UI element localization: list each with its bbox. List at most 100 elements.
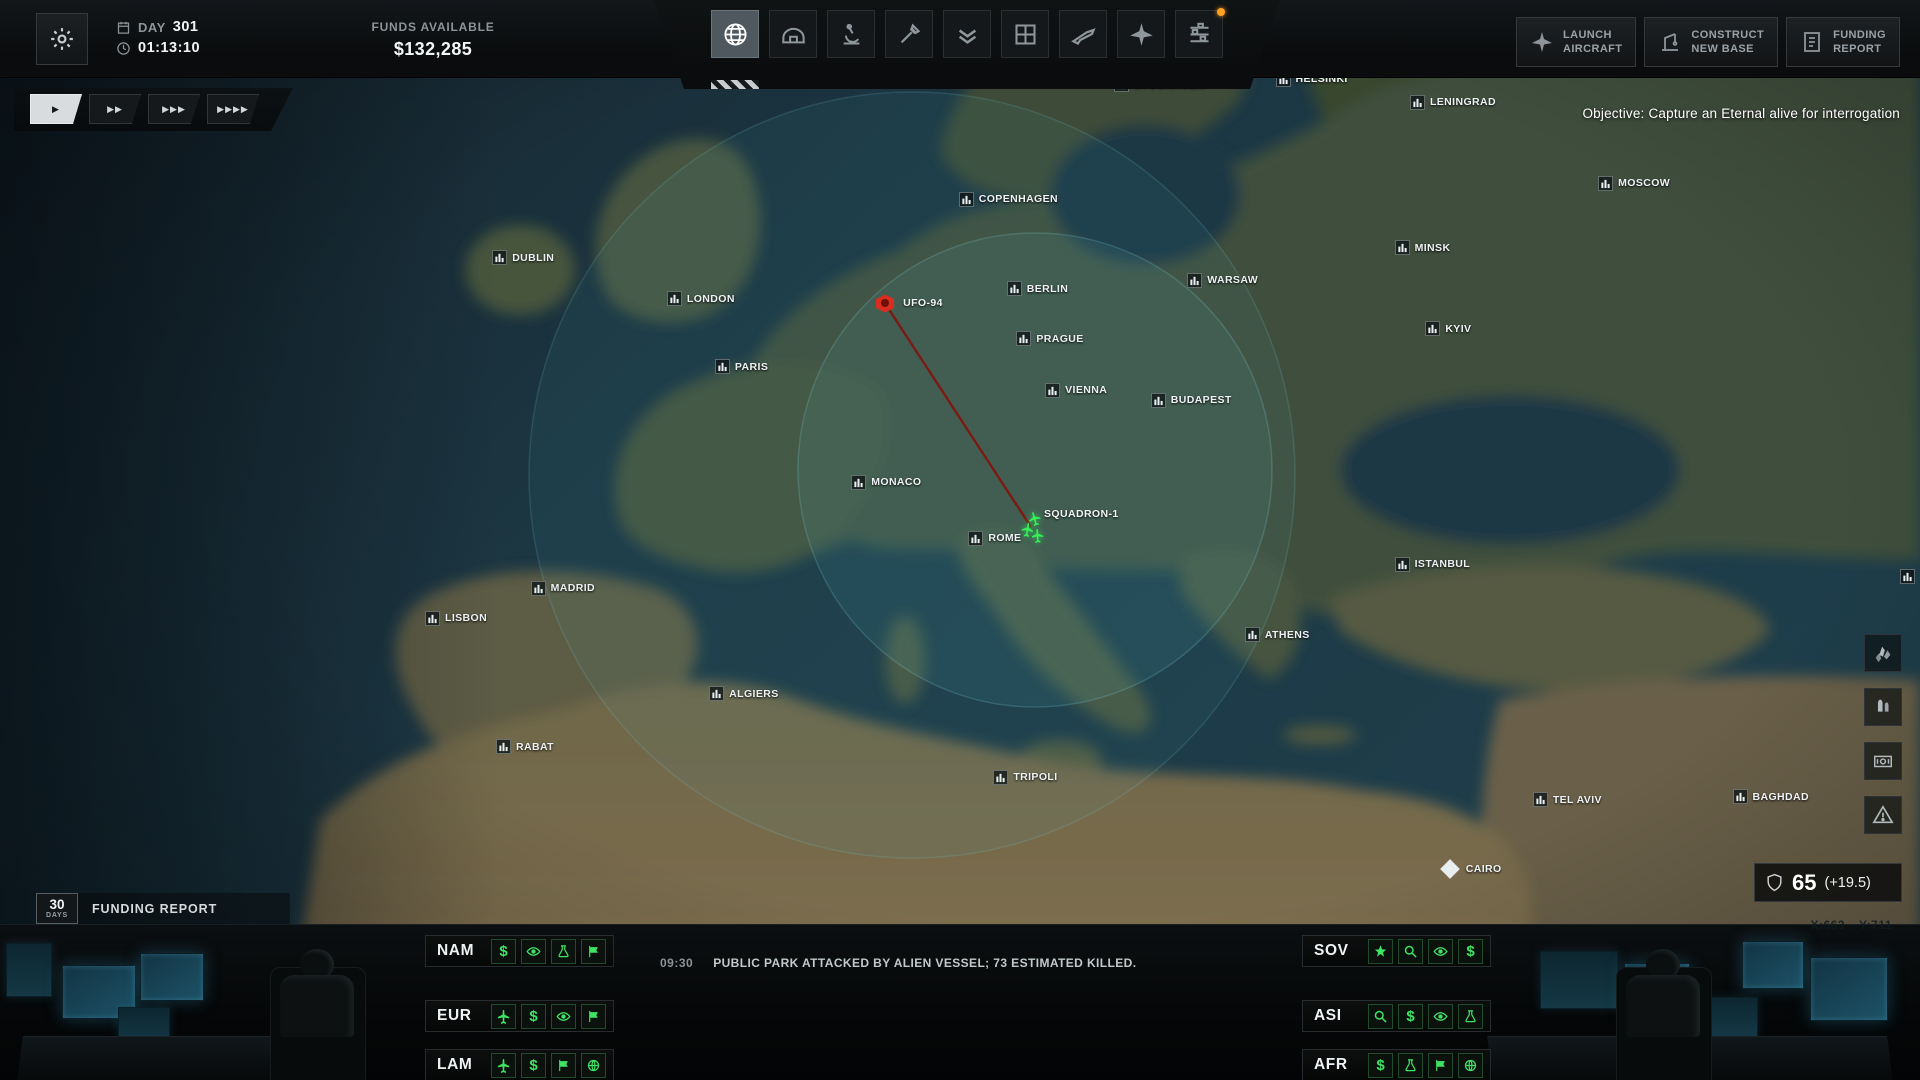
region-eur-panel[interactable]: EUR$ <box>425 1000 614 1032</box>
ticker-time: 09:30 <box>660 956 693 970</box>
city-unnamed <box>1900 569 1920 584</box>
city-label: ROME <box>988 532 1021 544</box>
city-cairo: CAIRO <box>1439 858 1502 880</box>
region-code: SOV <box>1314 942 1360 960</box>
equipment-icon <box>1012 21 1039 48</box>
funding-report-label: FUNDING REPORT <box>78 893 290 924</box>
region-lam-panel[interactable]: LAM$ <box>425 1049 614 1080</box>
city-label: ATHENS <box>1265 629 1310 641</box>
science-icon <box>1458 1004 1483 1029</box>
region-afr-panel[interactable]: AFR$ <box>1302 1049 1491 1080</box>
aircraft-icon <box>491 1053 516 1078</box>
city-icon <box>1016 331 1031 346</box>
aircraft-icon <box>1128 21 1155 48</box>
region-code: EUR <box>437 1007 483 1025</box>
city-minsk: MINSK <box>1395 240 1451 255</box>
speed-1-button[interactable]: ▶ <box>30 94 82 124</box>
aircraft-icon <box>491 1004 516 1029</box>
base-diamond-icon <box>1439 858 1461 880</box>
clock-value: 01:13:10 <box>138 40 200 56</box>
city-label: MONACO <box>871 476 921 488</box>
city-label: VIENNA <box>1065 384 1107 396</box>
nav-personnel-tab[interactable] <box>943 10 991 58</box>
control-room-backdrop <box>0 924 1920 1080</box>
city-label: PRAGUE <box>1036 333 1083 345</box>
console-screen <box>1540 951 1618 1009</box>
nav-engineering-tab[interactable] <box>885 10 933 58</box>
nav-weapons-tab[interactable] <box>1059 10 1107 58</box>
munitions-button[interactable] <box>1864 688 1902 726</box>
engineering-icon <box>896 21 923 48</box>
intel-icon <box>1428 939 1453 964</box>
city-icon <box>1733 789 1748 804</box>
city-label: BUDAPEST <box>1171 394 1232 406</box>
city-icon <box>1007 281 1022 296</box>
cursor-coordinates: X:663 Y:711 <box>1811 918 1893 932</box>
crane-icon <box>1658 30 1682 54</box>
crystal-icon <box>1872 642 1894 664</box>
city-athens: ATHENS <box>1245 627 1310 642</box>
geoscape-icon <box>722 21 749 48</box>
intel-icon <box>551 1004 576 1029</box>
region-asi-panel[interactable]: ASI$ <box>1302 1000 1491 1032</box>
city-label: DUBLIN <box>512 252 554 264</box>
stores-icon <box>1186 21 1213 48</box>
research-icon <box>838 21 865 48</box>
city-label: KYIV <box>1445 323 1471 335</box>
date-time-block: DAY 301 01:13:10 <box>116 19 200 56</box>
nav-research-tab[interactable] <box>827 10 875 58</box>
region-status-icons: $ <box>1368 939 1483 964</box>
action-label: CONSTRUCTNEW BASE <box>1691 28 1764 57</box>
operator-silhouette <box>262 949 372 1080</box>
speed-4-button[interactable]: ▶▶▶▶ <box>207 94 259 124</box>
funds-label: FUNDS AVAILABLE <box>318 20 548 34</box>
nav-base-tab[interactable] <box>769 10 817 58</box>
city-icon <box>1045 383 1060 398</box>
finances-button[interactable] <box>1864 742 1902 780</box>
main-nav-strip <box>654 0 1280 89</box>
funding-report-button[interactable]: FUNDINGREPORT <box>1786 17 1900 67</box>
city-icon <box>1533 792 1548 807</box>
region-sov-panel[interactable]: SOV $ <box>1302 935 1491 967</box>
region-nam-panel[interactable]: NAM$ <box>425 935 614 967</box>
city-tripoli: TRIPOLI <box>993 770 1057 785</box>
region-status-icons: $ <box>491 939 606 964</box>
speed-3-button[interactable]: ▶▶▶ <box>148 94 200 124</box>
city-tel-aviv: TEL AVIV <box>1533 792 1602 807</box>
city-leningrad: LENINGRAD <box>1410 95 1496 110</box>
alerts-button[interactable] <box>1864 796 1902 834</box>
city-label: BERLIN <box>1027 283 1068 295</box>
nav-aircraft-tab[interactable] <box>1117 10 1165 58</box>
city-moscow: MOSCOW <box>1598 176 1670 191</box>
launch-aircraft-button[interactable]: LAUNCHAIRCRAFT <box>1516 17 1636 67</box>
city-icon <box>1395 557 1410 572</box>
squadron-label: SQUADRON-1 <box>1044 508 1119 520</box>
funds-icon: $ <box>521 1053 546 1078</box>
city-icon <box>425 611 440 626</box>
city-istanbul: ISTANBUL <box>1395 557 1471 572</box>
selected-tab-hazard-stripe <box>711 80 759 89</box>
ammo-icon <box>1872 696 1894 718</box>
ufo-contact-marker[interactable]: UFO-94 <box>876 294 943 312</box>
alien-materials-button[interactable] <box>1864 634 1902 672</box>
funds-icon: $ <box>491 939 516 964</box>
city-label: MINSK <box>1415 242 1451 254</box>
science-icon <box>1398 1053 1423 1078</box>
nav-stores-tab[interactable] <box>1175 10 1223 58</box>
city-label: ALGIERS <box>729 688 778 700</box>
nav-equipment-tab[interactable] <box>1001 10 1049 58</box>
clock-icon <box>116 41 131 56</box>
settings-button[interactable] <box>36 13 88 65</box>
funding-report-strip[interactable]: 30 DAYS FUNDING REPORT <box>36 893 290 924</box>
region-code: ASI <box>1314 1007 1360 1025</box>
warning-icon <box>1872 804 1894 826</box>
construct-new-base-button[interactable]: CONSTRUCTNEW BASE <box>1644 17 1778 67</box>
city-kyiv: KYIV <box>1425 321 1471 336</box>
speed-2-button[interactable]: ▶▶ <box>89 94 141 124</box>
nav-geoscape-tab[interactable] <box>711 10 759 58</box>
day-label: DAY <box>138 20 166 35</box>
intel-icon <box>1428 1004 1453 1029</box>
relations-score-panel: 65 (+19.5) <box>1754 863 1902 902</box>
city-label: LENINGRAD <box>1430 96 1496 108</box>
console-screen <box>140 953 204 1001</box>
